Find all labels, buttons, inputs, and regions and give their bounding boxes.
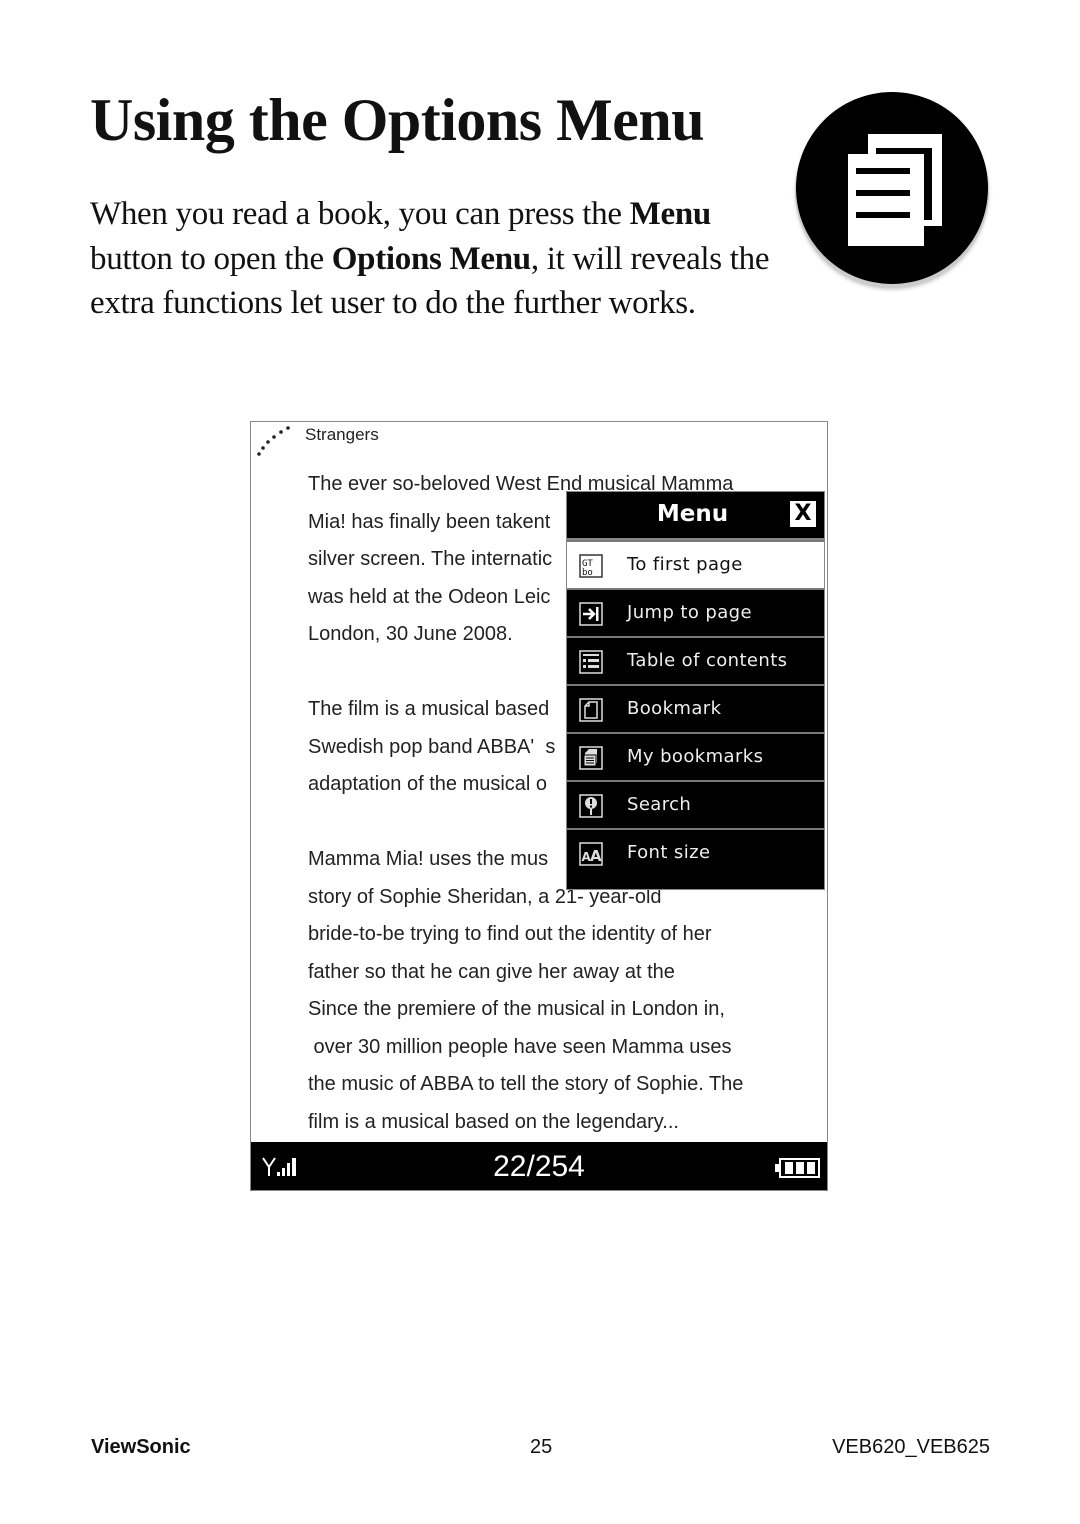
footer-model: VEB620_VEB625 [832,1436,990,1458]
close-button[interactable]: X [790,501,816,527]
intro-bold-options-menu: Options Menu [331,240,531,277]
menu-item-label: Font size [627,842,711,863]
text-line: father so that he can give her away at t… [308,960,675,983]
jump-icon [579,602,603,626]
loading-dots-icon [257,426,290,456]
menu-item-label: Bookmark [627,698,722,719]
battery-icon [775,1158,820,1178]
footer-page-number: 25 [530,1436,553,1458]
options-menu: Menu X GT bo To first page Jump to page … [566,491,825,890]
menu-item-label: Jump to page [627,602,752,623]
menu-item-jump-to-page[interactable]: Jump to page [567,588,824,636]
intro-text: When you read a book, you can press the [90,196,630,232]
font-size-icon: A A [579,842,603,866]
menu-item-label: My bookmarks [627,746,764,767]
documents-icon [796,92,988,284]
text-line: bride-to-be trying to find out the ident… [308,923,712,945]
menu-title: Menu [656,501,729,527]
menu-item-label: Search [627,794,692,815]
text-line: film is a musical based on the legendary… [308,1110,679,1133]
svg-text:bo: bo [582,568,593,578]
menu-item-to-first-page[interactable]: GT bo To first page [567,540,824,588]
page-indicator: 22/254 [493,1150,585,1183]
my-bookmarks-icon [579,746,603,770]
text-line: over 30 million people have seen Mamma u… [308,1035,732,1058]
menu-item-my-bookmarks[interactable]: My bookmarks [567,732,824,780]
intro-bold-menu: Menu [629,196,712,232]
first-page-icon: GT bo [579,554,603,578]
intro-text: button to open the [90,240,332,277]
book-title: Strangers [305,425,379,444]
intro-paragraph: When you read a book, you can press the … [90,192,790,326]
menu-item-table-of-contents[interactable]: Table of contents [567,636,824,684]
page-title: Using the Options Menu [90,87,705,153]
menu-header: Menu X [567,492,824,540]
bookmark-icon [579,698,603,722]
status-bar: 22/254 [251,1142,827,1190]
toc-icon [579,650,603,674]
menu-item-label: Table of contents [627,650,788,671]
text-line: Since the premiere of the musical in Lon… [308,998,725,1020]
footer-brand: ViewSonic [91,1436,191,1458]
menu-item-font-size[interactable]: A A Font size [567,828,824,876]
menu-item-search[interactable]: Search [567,780,824,828]
search-icon [579,794,603,818]
menu-item-bookmark[interactable]: Bookmark [567,684,824,732]
menu-item-label: To first page [627,554,743,575]
text-line: the music of ABBA to tell the story of S… [308,1073,744,1095]
svg-text:A: A [590,847,602,865]
